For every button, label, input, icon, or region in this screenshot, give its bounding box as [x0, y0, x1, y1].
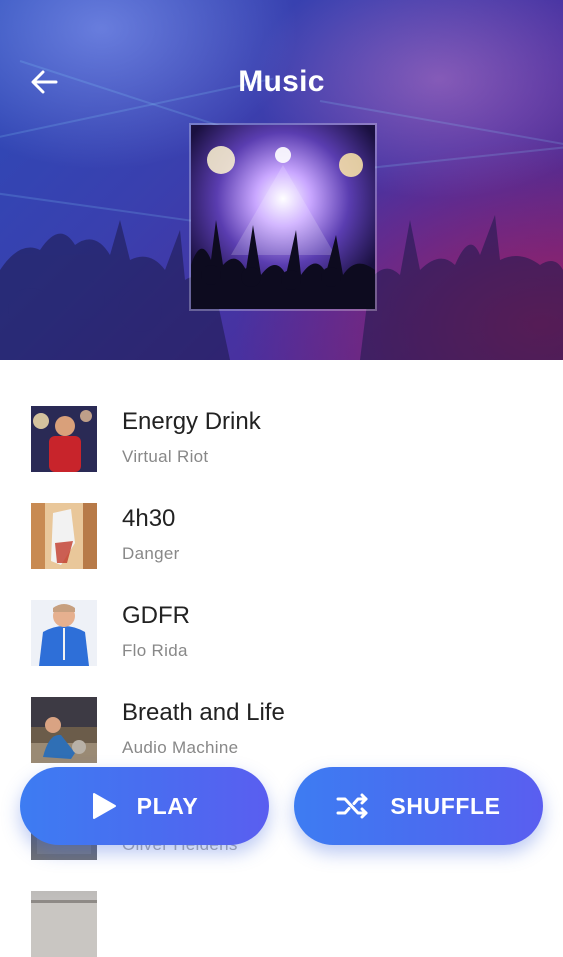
shuffle-button-label: SHUFFLE — [390, 792, 501, 819]
header-banner: Music — [0, 0, 563, 360]
shuffle-icon — [336, 793, 370, 819]
song-title: Breath and Life — [122, 699, 285, 726]
song-thumbnail — [31, 891, 97, 957]
song-item[interactable]: GDFR Flo Rida — [0, 554, 563, 666]
play-icon — [91, 792, 117, 820]
shuffle-button[interactable]: SHUFFLE — [294, 767, 543, 845]
play-button-label: PLAY — [136, 792, 199, 819]
song-item[interactable] — [0, 845, 563, 957]
song-title: Energy Drink — [122, 408, 261, 435]
song-item[interactable]: Breath and Life Audio Machine — [0, 651, 563, 763]
page-title: Music — [238, 65, 325, 98]
song-item[interactable]: Energy Drink Virtual Riot — [0, 360, 563, 472]
song-item[interactable]: 4h30 Danger — [0, 457, 563, 569]
album-cover[interactable] — [189, 123, 377, 311]
song-title: 4h30 — [122, 505, 176, 532]
song-title: GDFR — [122, 602, 190, 629]
play-button[interactable]: PLAY — [20, 767, 269, 845]
